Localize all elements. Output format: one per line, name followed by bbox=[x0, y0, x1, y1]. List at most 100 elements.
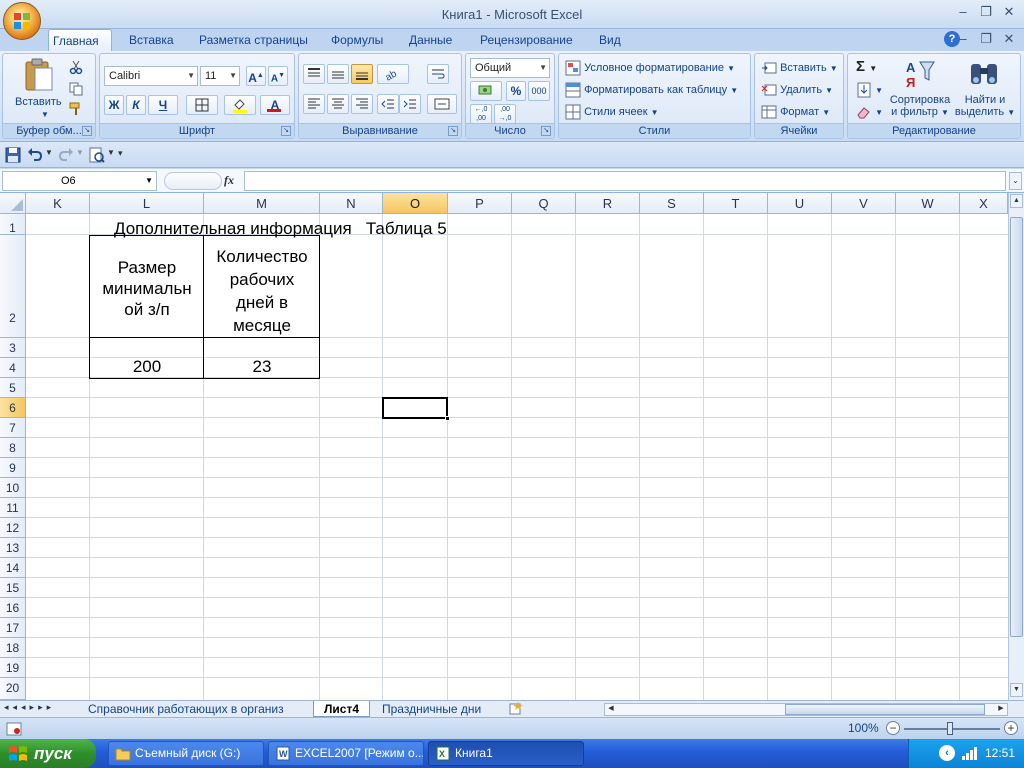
column-header-p[interactable]: P bbox=[448, 193, 512, 214]
cell-m2-header[interactable]: Количество рабочих дней в месяце bbox=[204, 245, 320, 337]
active-cell-o6[interactable] bbox=[382, 397, 448, 419]
tray-expand-icon[interactable]: ‹ bbox=[939, 745, 955, 761]
italic-button[interactable]: К bbox=[126, 95, 146, 115]
expand-formula-bar-icon[interactable]: ⌄ bbox=[1009, 172, 1022, 190]
fill-handle[interactable] bbox=[445, 416, 450, 421]
column-header-u[interactable]: U bbox=[768, 193, 832, 214]
zoom-out-button[interactable]: − bbox=[886, 721, 900, 735]
tab-insert[interactable]: Вставка bbox=[125, 29, 178, 51]
column-header-v[interactable]: V bbox=[832, 193, 896, 214]
clear-button[interactable]: ▼ bbox=[856, 104, 883, 120]
shrink-font-button[interactable]: A▼ bbox=[268, 66, 288, 86]
row-header-20[interactable]: 20 bbox=[0, 678, 26, 700]
minimize-button[interactable]: – bbox=[952, 5, 974, 21]
font-launcher-icon[interactable]: ↘ bbox=[281, 126, 291, 136]
format-as-table-button[interactable]: Форматировать как таблицу ▼ bbox=[565, 82, 738, 98]
column-header-o[interactable]: O bbox=[383, 193, 448, 214]
row-header-12[interactable]: 12 bbox=[0, 518, 26, 538]
row-header-3[interactable]: 3 bbox=[0, 338, 26, 358]
font-color-button[interactable]: A bbox=[260, 95, 290, 115]
column-header-w[interactable]: W bbox=[896, 193, 960, 214]
print-preview-icon[interactable] bbox=[89, 147, 105, 163]
customize-qat-icon[interactable]: ▾ bbox=[118, 148, 123, 159]
macro-record-icon[interactable] bbox=[6, 721, 22, 737]
decrease-indent-button[interactable] bbox=[377, 94, 399, 114]
conditional-formatting-button[interactable]: Условное форматирование ▼ bbox=[565, 60, 735, 76]
alignment-launcher-icon[interactable]: ↘ bbox=[448, 126, 458, 136]
borders-button[interactable] bbox=[186, 95, 218, 115]
tab-formulas[interactable]: Формулы bbox=[327, 29, 387, 51]
chevron-down-icon[interactable]: ▼ bbox=[145, 172, 153, 190]
redo-dropdown-icon[interactable]: ▼ bbox=[76, 148, 84, 157]
row-header-2[interactable]: 2 bbox=[0, 235, 26, 338]
row-header-1[interactable]: 1 bbox=[0, 214, 26, 235]
row-header-18[interactable]: 18 bbox=[0, 638, 26, 658]
column-header-q[interactable]: Q bbox=[512, 193, 576, 214]
row-header-16[interactable]: 16 bbox=[0, 598, 26, 618]
cell-l1-title[interactable]: Дополнительная информация Таблица 5 bbox=[114, 219, 447, 239]
row-header-19[interactable]: 19 bbox=[0, 658, 26, 678]
column-header-t[interactable]: T bbox=[704, 193, 768, 214]
row-header-5[interactable]: 5 bbox=[0, 378, 26, 398]
tab-review[interactable]: Рецензирование bbox=[476, 29, 577, 51]
spreadsheet-grid[interactable]: K L M N O P Q R S T U V W X 1 2 3 4 5 6 … bbox=[0, 193, 1008, 700]
column-header-s[interactable]: S bbox=[640, 193, 704, 214]
undo-dropdown-icon[interactable]: ▼ bbox=[45, 148, 53, 157]
autosum-button[interactable]: Σ ▼ bbox=[856, 58, 877, 75]
row-header-11[interactable]: 11 bbox=[0, 498, 26, 518]
row-header-15[interactable]: 15 bbox=[0, 578, 26, 598]
cell-l2-header[interactable]: Размер минимальн ой з/п bbox=[90, 257, 204, 320]
sheet-tab-holidays[interactable]: Праздничные дни bbox=[372, 701, 491, 717]
insert-sheet-icon[interactable] bbox=[508, 702, 524, 716]
scrollbar-thumb[interactable] bbox=[1010, 217, 1023, 637]
close-button[interactable]: ✕ bbox=[998, 5, 1020, 21]
zoom-level[interactable]: 100% bbox=[848, 721, 879, 735]
sort-filter-button[interactable]: Сортировка и фильтр ▼ bbox=[886, 94, 954, 118]
office-button[interactable] bbox=[3, 2, 41, 40]
print-preview-dropdown-icon[interactable]: ▼ bbox=[107, 148, 115, 157]
bold-button[interactable]: Ж bbox=[104, 95, 124, 115]
font-size-combo[interactable]: 11 ▼ bbox=[200, 66, 240, 86]
column-header-r[interactable]: R bbox=[576, 193, 640, 214]
format-painter-icon[interactable] bbox=[69, 102, 83, 116]
vertical-scrollbar[interactable]: ▲ ▼ bbox=[1008, 193, 1024, 700]
align-left-button[interactable] bbox=[303, 94, 325, 114]
column-header-k[interactable]: K bbox=[26, 193, 90, 214]
increase-decimal-button[interactable]: ←,0 ,00 bbox=[470, 104, 492, 124]
cell-l4-value[interactable]: 200 bbox=[90, 357, 204, 377]
number-format-combo[interactable]: Общий ▼ bbox=[470, 58, 550, 78]
zoom-in-button[interactable]: + bbox=[1004, 721, 1018, 735]
formula-divider-handle[interactable] bbox=[164, 172, 222, 190]
help-icon[interactable]: ? bbox=[944, 31, 960, 47]
start-button[interactable]: пуск bbox=[0, 739, 96, 768]
undo-icon[interactable] bbox=[27, 147, 43, 163]
tab-view[interactable]: Вид bbox=[595, 29, 625, 51]
sheet-tab-list4[interactable]: Лист4 bbox=[313, 701, 371, 717]
redo-icon[interactable] bbox=[58, 147, 74, 163]
doc-close-button[interactable]: ✕ bbox=[998, 32, 1020, 48]
align-center-button[interactable] bbox=[327, 94, 349, 114]
tab-home[interactable]: Главная bbox=[48, 29, 112, 51]
align-top-button[interactable] bbox=[303, 64, 325, 84]
restore-button[interactable]: ❐ bbox=[975, 5, 997, 21]
zoom-slider-thumb[interactable] bbox=[947, 722, 953, 735]
format-cells-button[interactable]: Формат ▼ bbox=[761, 104, 830, 120]
column-header-x[interactable]: X bbox=[960, 193, 1008, 214]
save-icon[interactable] bbox=[5, 147, 21, 163]
copy-icon[interactable] bbox=[69, 82, 83, 96]
paste-button[interactable]: Вставить bbox=[15, 96, 62, 108]
thousands-button[interactable]: 000 bbox=[528, 81, 550, 101]
column-header-n[interactable]: N bbox=[320, 193, 383, 214]
underline-button[interactable]: Ч bbox=[148, 95, 178, 115]
formula-input[interactable] bbox=[244, 171, 1006, 191]
find-select-button[interactable]: Найти и выделить ▼ bbox=[952, 94, 1018, 118]
tab-data[interactable]: Данные bbox=[405, 29, 456, 51]
align-middle-button[interactable] bbox=[327, 64, 349, 84]
cell-styles-button[interactable]: Стили ячеек ▼ bbox=[565, 104, 659, 120]
row-header-6[interactable]: 6 bbox=[0, 398, 26, 418]
signal-strength-icon[interactable] bbox=[961, 745, 979, 761]
insert-function-icon[interactable]: fx bbox=[224, 173, 234, 188]
row-header-13[interactable]: 13 bbox=[0, 538, 26, 558]
horizontal-scrollbar[interactable]: ◀ ▶ bbox=[604, 703, 1008, 716]
fill-button[interactable]: ▼ bbox=[856, 82, 883, 98]
